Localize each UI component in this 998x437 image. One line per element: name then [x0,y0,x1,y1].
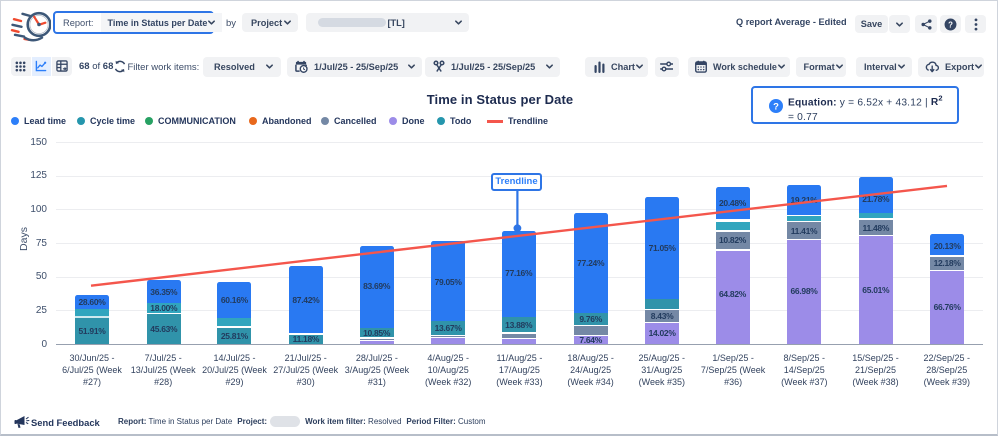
svg-text:?: ? [773,101,779,112]
svg-text:?: ? [948,20,953,29]
